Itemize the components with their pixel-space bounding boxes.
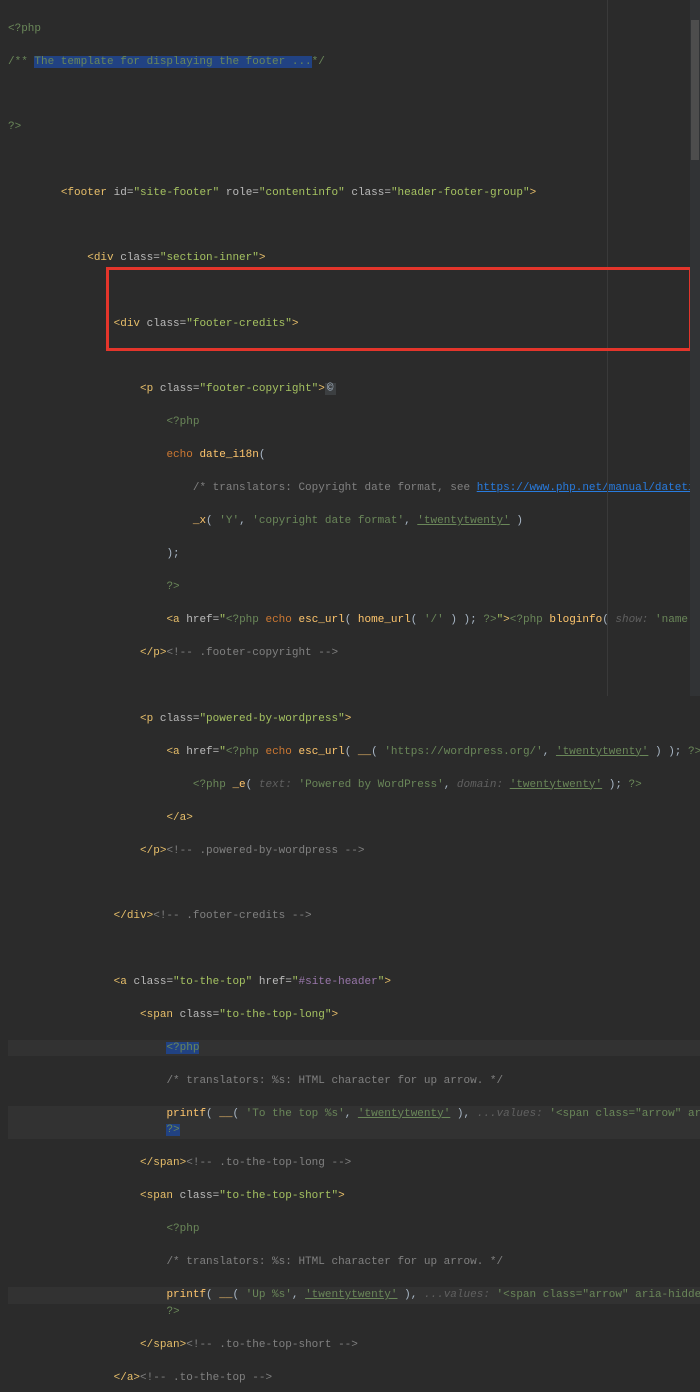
code-editor[interactable]: <?php /** The template for displaying th… [0,0,700,1392]
fold-marker[interactable]: © [325,383,336,395]
php-open-tag: <?php [8,23,41,35]
doc-comment: The template for displaying the footer .… [34,56,311,68]
scrollbar-thumb[interactable] [691,20,699,160]
scrollbar[interactable] [690,0,700,696]
php-close-tag: ?> [8,121,21,133]
caret-position: <?php [166,1042,199,1054]
footer-open-tag: <footer [61,187,107,199]
